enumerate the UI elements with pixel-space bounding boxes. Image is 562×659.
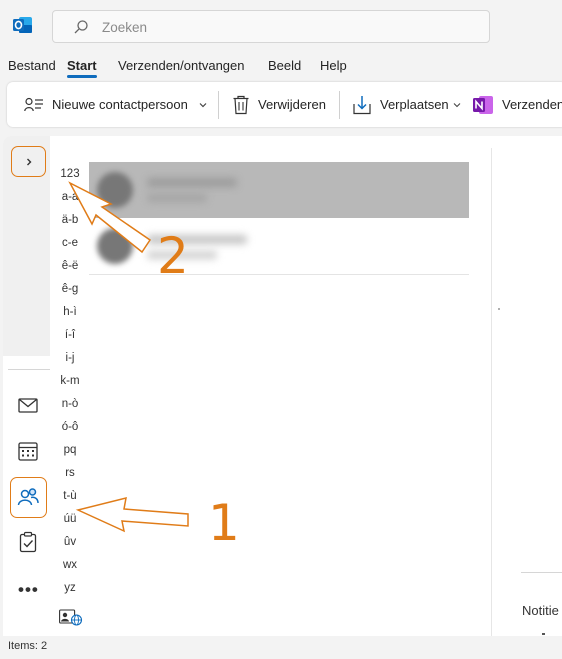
people-icon[interactable]	[17, 486, 39, 508]
active-tab-indicator	[67, 75, 97, 78]
details-divider	[521, 572, 562, 573]
delete-label: Verwijderen	[258, 97, 326, 112]
menu-start[interactable]: Start	[67, 58, 97, 73]
move-to-folder-icon	[353, 95, 371, 114]
pane-divider	[491, 148, 492, 636]
new-contact-label: Nieuwe contactpersoon	[52, 97, 188, 112]
search-placeholder: Zoeken	[102, 20, 148, 35]
more-apps-icon[interactable]: •••	[18, 580, 39, 600]
alpha-index-item[interactable]: úü	[55, 513, 85, 525]
alpha-index-item[interactable]: rs	[55, 467, 85, 479]
alpha-index-item[interactable]: h-ì	[55, 306, 85, 318]
annotation-number-1: 1	[208, 494, 240, 552]
menu-help[interactable]: Help	[320, 58, 347, 73]
search-box[interactable]: Zoeken	[52, 10, 490, 43]
move-button[interactable]: Verplaatsen	[352, 82, 461, 127]
blurred-contact-name	[147, 178, 237, 187]
avatar	[97, 228, 133, 264]
menu-bar: Bestand Start Verzenden/ontvangen Beeld …	[0, 55, 562, 77]
contact-globe-icon[interactable]	[59, 609, 83, 626]
onenote-icon	[473, 95, 493, 114]
send-to-onenote-button[interactable]: Verzenden	[473, 82, 562, 127]
splitter-dot	[498, 308, 500, 310]
search-icon	[74, 20, 88, 34]
alpha-index-item[interactable]: pq	[55, 444, 85, 456]
alpha-index-item[interactable]: ó-ô	[55, 421, 85, 433]
alpha-index-item[interactable]: ûv	[55, 536, 85, 548]
alpha-index-item[interactable]: 123	[55, 168, 85, 180]
alpha-index-item[interactable]: wx	[55, 559, 85, 571]
chevron-down-icon[interactable]	[198, 100, 208, 110]
blurred-contact-detail	[147, 194, 207, 202]
alpha-index-item[interactable]: ê-g	[55, 283, 85, 295]
rail-divider	[8, 369, 50, 370]
notes-label: Notitie	[522, 603, 559, 618]
alpha-index-item[interactable]: i-j	[55, 352, 85, 364]
expand-folder-pane-button[interactable]	[11, 146, 46, 177]
status-bar: Items: 2	[0, 636, 562, 659]
alpha-index-item[interactable]: c-e	[55, 237, 85, 249]
contact-list-item[interactable]	[89, 218, 469, 274]
delete-button[interactable]: Verwijderen	[232, 82, 326, 127]
alpha-index-item[interactable]: í-î	[55, 329, 85, 341]
alpha-index-item[interactable]: yz	[55, 582, 85, 594]
notes-marker	[542, 633, 545, 635]
alpha-index-item[interactable]: t-ù	[55, 490, 85, 502]
alpha-index-item[interactable]: ê-ë	[55, 260, 85, 272]
ribbon-separator	[218, 91, 219, 119]
chevron-down-icon[interactable]	[453, 101, 461, 109]
chevron-right-icon	[26, 158, 31, 165]
menu-bestand[interactable]: Bestand	[8, 58, 56, 73]
alpha-index-item[interactable]: k-m	[55, 375, 85, 387]
menu-beeld[interactable]: Beeld	[268, 58, 301, 73]
list-divider	[89, 274, 469, 275]
menu-verzenden-ontvangen[interactable]: Verzenden/ontvangen	[118, 58, 245, 73]
avatar	[97, 172, 133, 208]
mail-icon[interactable]	[17, 394, 39, 416]
move-label: Verplaatsen	[380, 97, 449, 112]
outlook-logo-icon	[13, 17, 32, 33]
tasks-icon[interactable]	[17, 531, 39, 553]
send-label: Verzenden	[502, 97, 562, 112]
ribbon-toolbar: Nieuwe contactpersoon Verwijderen Verpla…	[7, 82, 562, 127]
alpha-index-item[interactable]: a-a	[55, 191, 85, 203]
contact-list-item-selected[interactable]	[89, 162, 469, 218]
trash-icon	[233, 95, 249, 114]
new-contact-button[interactable]: Nieuwe contactpersoon	[24, 82, 208, 127]
annotation-number-2: 2	[157, 227, 189, 285]
alpha-index-item[interactable]: ä-b	[55, 214, 85, 226]
contact-card-icon	[24, 97, 43, 111]
ribbon-separator	[339, 91, 340, 119]
calendar-icon[interactable]	[17, 440, 39, 462]
item-count: Items: 2	[8, 640, 48, 652]
title-bar: Zoeken	[0, 0, 562, 50]
alpha-index-item[interactable]: n-ò	[55, 398, 85, 410]
